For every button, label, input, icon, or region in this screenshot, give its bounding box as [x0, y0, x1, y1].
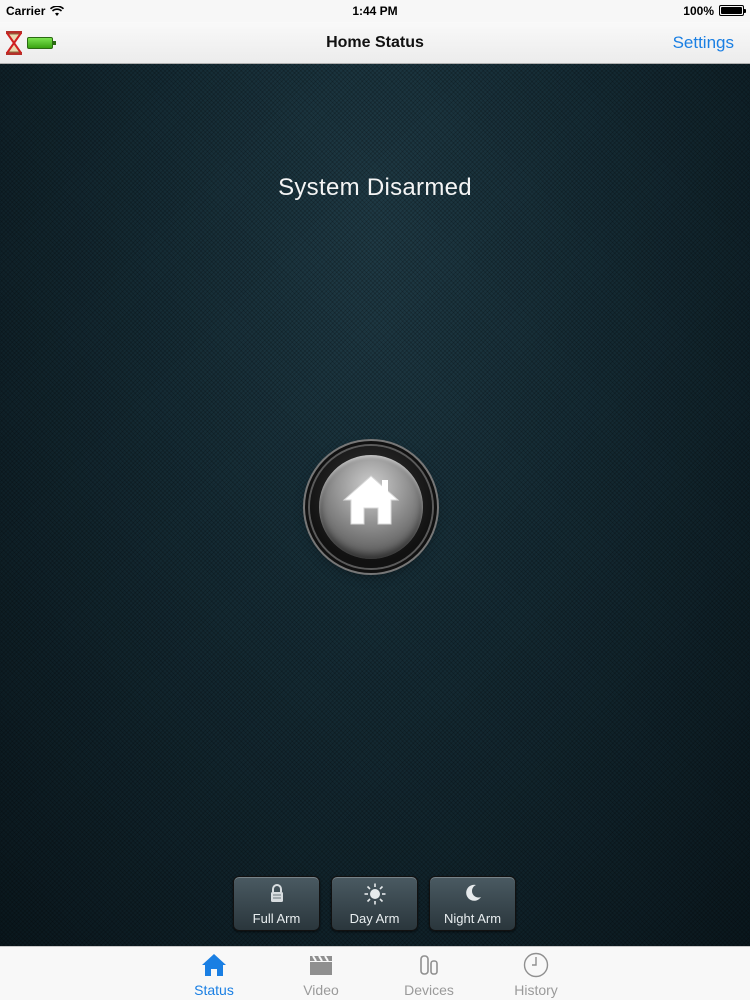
- arm-button-group: Full Arm Day Arm Night Arm: [233, 876, 517, 932]
- navigation-bar: Home Status Settings: [0, 22, 750, 64]
- night-arm-button[interactable]: Night Arm: [429, 876, 516, 931]
- status-panel: System Disarmed Full Arm Day Arm Night A…: [0, 64, 750, 946]
- tab-video[interactable]: Video: [281, 951, 361, 999]
- day-arm-label: Day Arm: [349, 911, 400, 926]
- tab-history-label: History: [514, 982, 558, 998]
- tab-bar: Status Video Devices History: [0, 946, 750, 1000]
- moon-icon: [465, 884, 481, 901]
- tab-history[interactable]: History: [496, 951, 576, 999]
- clock-icon: [523, 952, 549, 978]
- clapperboard-icon: [310, 955, 332, 975]
- page-title: Home Status: [326, 34, 424, 51]
- day-arm-button[interactable]: Day Arm: [331, 876, 418, 931]
- status-battery-icon: [719, 5, 746, 16]
- settings-button[interactable]: Settings: [673, 33, 734, 53]
- disarm-home-button[interactable]: [310, 446, 432, 568]
- home-icon: [342, 475, 400, 525]
- full-arm-label: Full Arm: [252, 911, 301, 926]
- ios-status-bar: Carrier 1:44 PM 100%: [0, 0, 750, 22]
- night-arm-label: Night Arm: [443, 911, 502, 926]
- clock-time: 1:44 PM: [352, 4, 398, 18]
- tab-devices[interactable]: Devices: [389, 951, 469, 999]
- tab-devices-label: Devices: [404, 982, 454, 998]
- lock-icon: [270, 884, 283, 902]
- tab-status-label: Status: [194, 982, 234, 998]
- full-arm-button[interactable]: Full Arm: [233, 876, 320, 931]
- tab-status[interactable]: Status: [174, 951, 254, 999]
- battery-percent: 100%: [683, 4, 714, 18]
- sensor-icon: [420, 955, 438, 975]
- home-icon: [202, 954, 226, 976]
- tab-video-label: Video: [303, 982, 339, 998]
- system-status-text: System Disarmed: [278, 174, 472, 201]
- sun-icon: [364, 883, 385, 905]
